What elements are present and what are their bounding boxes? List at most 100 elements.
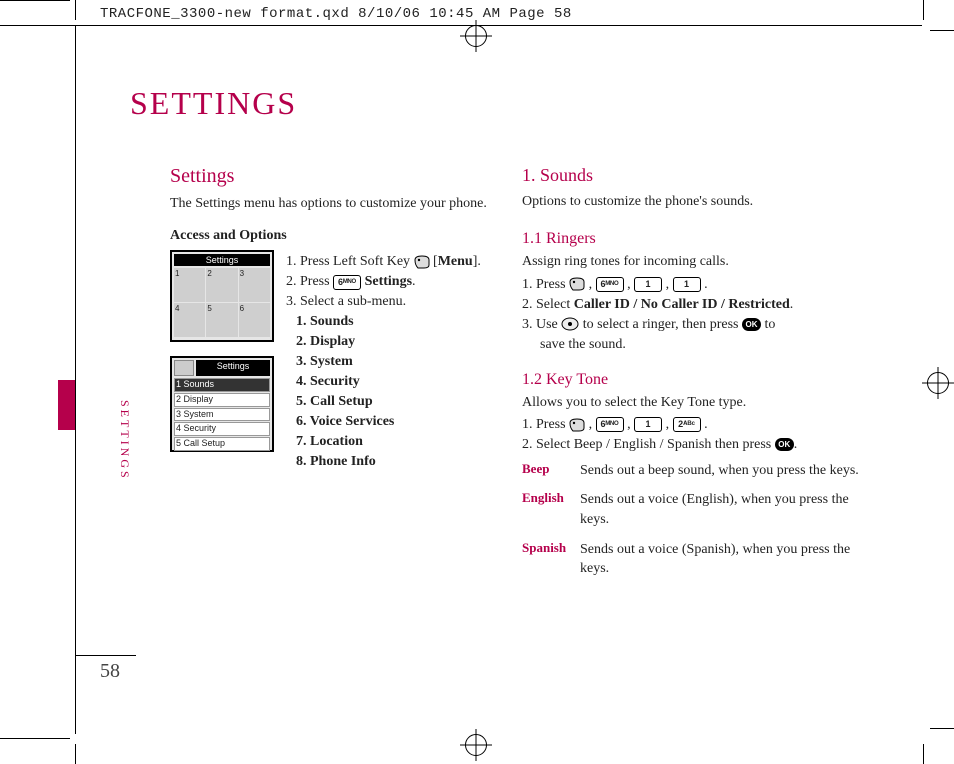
- left-column: Settings The Settings menu has options t…: [170, 165, 510, 474]
- thumb-list-item: 2 Display: [174, 393, 270, 407]
- crop-mark: [75, 744, 76, 764]
- step-text: ,: [585, 277, 596, 292]
- submenu-list: 1. Sounds 2. Display 3. System 4. Securi…: [286, 314, 510, 470]
- step-text: .: [701, 277, 708, 292]
- nav-key-icon: [561, 317, 579, 331]
- thumb-cell: 5: [206, 303, 237, 337]
- screenshot-thumb-grid: Settings 1 2 3 4 5 6: [170, 250, 274, 342]
- keypad-2-icon: 2ᴬᴮᶜ: [673, 417, 701, 432]
- crop-mark: [0, 0, 70, 1]
- heading-sounds: 1. Sounds: [522, 165, 862, 186]
- heading-settings: Settings: [170, 165, 510, 188]
- keytone-label: English: [522, 490, 580, 529]
- crop-mark: [923, 744, 924, 764]
- thumb-list-item: 5 Call Setup: [174, 437, 270, 451]
- keypad-1-icon: 1: [673, 277, 701, 292]
- sounds-intro: Options to customize the phone's sounds.: [522, 192, 862, 212]
- registration-mark-icon: [465, 734, 487, 756]
- menu-label: Menu: [438, 254, 473, 269]
- step-text: 1. Press: [522, 277, 569, 292]
- prepress-header: TRACFONE_3300-new format.qxd 8/10/06 10:…: [100, 6, 572, 22]
- settings-label: Settings: [365, 274, 412, 289]
- page-number-rule: [76, 655, 136, 656]
- keytone-intro: Allows you to select the Key Tone type.: [522, 393, 862, 413]
- step-text: .: [794, 437, 798, 452]
- keypad-1-icon: 1: [634, 417, 662, 432]
- side-label: SETTINGS: [117, 400, 132, 481]
- ringers-step-2: 2. Select Caller ID / No Caller ID / Res…: [522, 297, 862, 313]
- step-3: 3. Select a sub-menu.: [286, 294, 510, 310]
- submenu-item: 3. System: [296, 354, 510, 370]
- crop-mark: [923, 0, 924, 20]
- submenu-item: 8. Phone Info: [296, 454, 510, 470]
- page-number: 58: [100, 660, 120, 683]
- ok-key-icon: OK: [742, 318, 761, 331]
- keytone-table: Beep Sends out a beep sound, when you pr…: [522, 461, 862, 579]
- thumb-title: Settings: [174, 254, 270, 266]
- page-guide: [0, 25, 922, 26]
- registration-mark-icon: [927, 372, 949, 394]
- submenu-item: 7. Location: [296, 434, 510, 450]
- step-text: ,: [624, 277, 635, 292]
- thumb-cell: 1: [174, 268, 205, 302]
- thumb-cell: 6: [239, 303, 270, 337]
- page-guide: [75, 25, 76, 734]
- step-text: 3. Use: [522, 317, 561, 332]
- ringers-step-3: 3. Use to select a ringer, then press OK…: [522, 317, 862, 333]
- keytone-desc: Sends out a voice (English), when you pr…: [580, 490, 862, 529]
- left-soft-key-icon: [569, 418, 585, 432]
- heading-ringers: 1.1 Ringers: [522, 230, 862, 248]
- submenu-item: 2. Display: [296, 334, 510, 350]
- crop-mark: [930, 728, 954, 729]
- step-text: ,: [662, 417, 673, 432]
- keytone-desc: Sends out a voice (Spanish), when you pr…: [580, 540, 862, 579]
- step-text: 1. Press: [522, 417, 569, 432]
- right-column: 1. Sounds Options to customize the phone…: [522, 165, 862, 579]
- crop-mark: [75, 0, 76, 20]
- submenu-item: 1. Sounds: [296, 314, 510, 330]
- thumb-cell: 3: [239, 268, 270, 302]
- crop-mark: [930, 30, 954, 31]
- left-soft-key-icon: [569, 277, 585, 291]
- heading-keytone: 1.2 Key Tone: [522, 371, 862, 389]
- step-text: to select a ringer, then press: [583, 317, 742, 332]
- crop-mark: [0, 738, 70, 739]
- ok-key-icon: OK: [775, 438, 794, 451]
- step-text: 2. Select Beep / English / Spanish then …: [522, 437, 775, 452]
- access-heading: Access and Options: [170, 228, 510, 244]
- keytone-step-1: 1. Press , 6ᴹᴺᴼ , 1 , 2ᴬᴮᶜ .: [522, 417, 862, 433]
- keytone-label: Beep: [522, 461, 580, 481]
- gear-icon: [174, 360, 194, 376]
- thumb-list-item: 4 Security: [174, 422, 270, 436]
- keypad-6-icon: 6ᴹᴺᴼ: [596, 277, 624, 292]
- ringers-intro: Assign ring tones for incoming calls.: [522, 252, 862, 272]
- ringers-step-1: 1. Press , 6ᴹᴺᴼ , 1 , 1 .: [522, 277, 862, 293]
- step-text: to: [765, 317, 776, 332]
- step-text: 2. Select: [522, 297, 574, 312]
- step-text: ,: [624, 417, 635, 432]
- step-text: .: [790, 297, 794, 312]
- thumb-cell: 4: [174, 303, 205, 337]
- thumb-title: Settings: [196, 360, 270, 376]
- thumb-cell: 2: [206, 268, 237, 302]
- keytone-desc: Sends out a beep sound, when you press t…: [580, 461, 862, 481]
- screenshot-thumb-list: Settings 1 Sounds 2 Display 3 System 4 S…: [170, 356, 274, 452]
- keypad-6-icon: 6ᴹᴺᴼ: [596, 417, 624, 432]
- keytone-label: Spanish: [522, 540, 580, 579]
- step-text: ,: [585, 417, 596, 432]
- step-text: .: [701, 417, 708, 432]
- left-soft-key-icon: [414, 255, 430, 269]
- step-text: .: [412, 274, 416, 289]
- submenu-item: 6. Voice Services: [296, 414, 510, 430]
- step-text: ].: [473, 254, 481, 269]
- submenu-item: 5. Call Setup: [296, 394, 510, 410]
- submenu-item: 4. Security: [296, 374, 510, 390]
- keypad-1-icon: 1: [634, 277, 662, 292]
- keytone-step-2: 2. Select Beep / English / Spanish then …: [522, 437, 862, 453]
- thumb-list-item: 1 Sounds: [174, 378, 270, 392]
- registration-mark-icon: [465, 25, 487, 47]
- step-text: ,: [662, 277, 673, 292]
- keypad-6-icon: 6ᴹᴺᴼ: [333, 275, 361, 290]
- step-bold: Caller ID / No Caller ID / Restricted: [574, 297, 790, 312]
- step-2: 2. Press 6ᴹᴺᴼ Settings.: [286, 274, 510, 290]
